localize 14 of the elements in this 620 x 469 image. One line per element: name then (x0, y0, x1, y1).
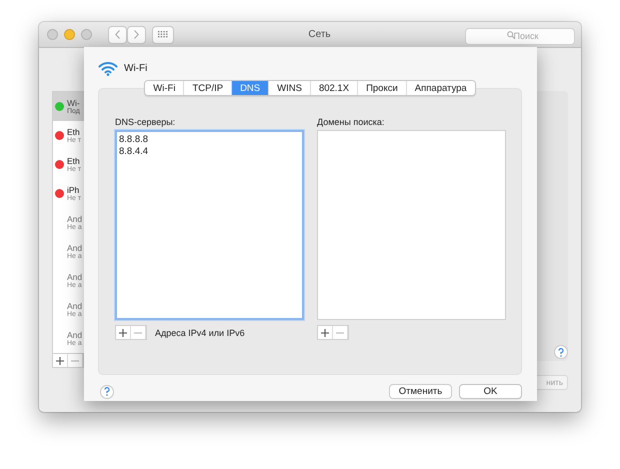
service-name: Wi- (67, 98, 80, 108)
service-name: Eth (67, 127, 81, 137)
sheet-title: Wi-Fi (124, 63, 148, 74)
service-name: And (67, 272, 82, 282)
list-label: Домены поиска: (317, 117, 384, 127)
service-name: And (67, 301, 82, 311)
service-name: And (67, 214, 82, 224)
service-name: iPh (67, 185, 80, 195)
service-name: And (67, 330, 82, 340)
hint-text: Адреса IPv4 или IPv6 (155, 328, 245, 338)
list-label: DNS-серверы: (115, 117, 176, 127)
window-title: Сеть (307, 29, 332, 40)
service-name: And (67, 243, 82, 253)
service-name: Eth (67, 156, 81, 166)
